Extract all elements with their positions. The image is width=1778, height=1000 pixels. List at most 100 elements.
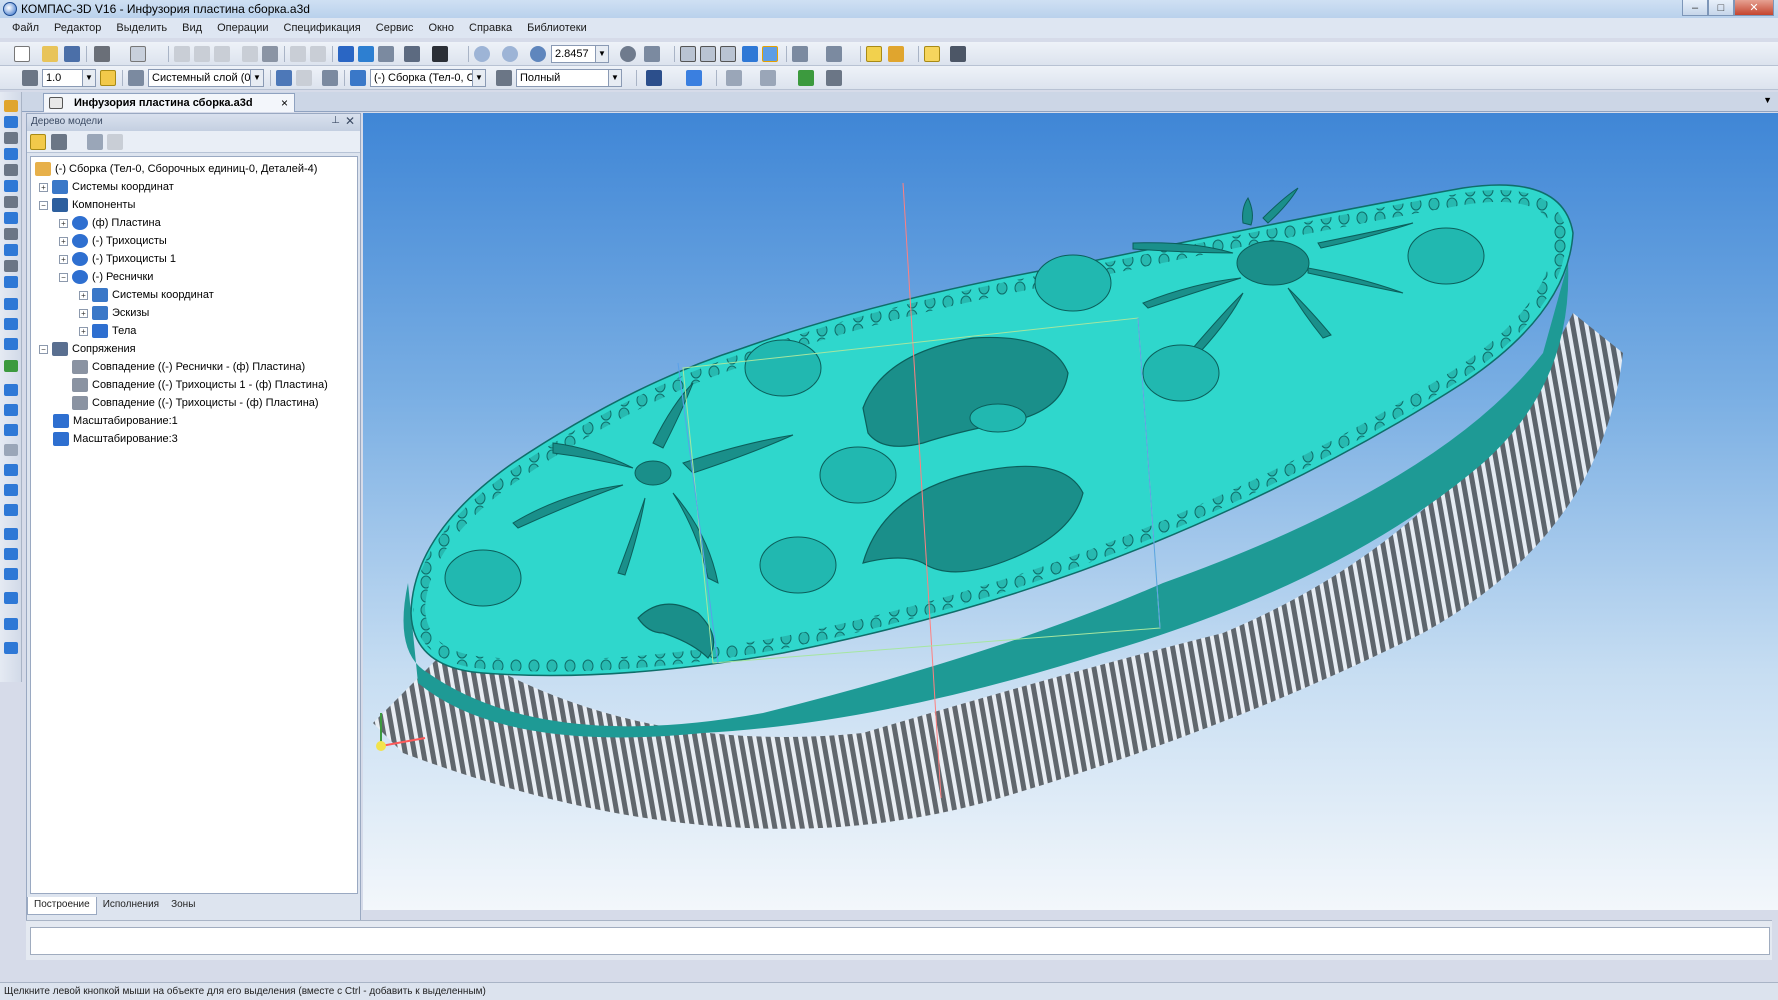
part-tools-icon[interactable] [4,116,18,128]
edit-component-icon[interactable] [4,100,18,112]
tree-node-coord-systems[interactable]: + Системы координат [39,179,174,195]
draft-icon[interactable] [4,484,18,496]
variables-icon[interactable] [378,46,394,62]
tree-node-trichocysts-1[interactable]: + (-) Трихоцисты 1 [59,251,176,267]
boolean-icon[interactable] [4,592,18,604]
sweep-icon[interactable] [4,338,18,350]
snap-icon[interactable] [22,70,38,86]
component-icon[interactable] [866,46,882,62]
rib-icon[interactable] [4,444,18,456]
minimize-button[interactable]: – [1682,0,1708,16]
cut-icon[interactable] [174,46,190,62]
edit-in-place-icon[interactable] [924,46,940,62]
edit-lcs-icon[interactable] [322,70,338,86]
copy-icon[interactable] [194,46,210,62]
paste-icon[interactable] [214,46,230,62]
elements-icon[interactable] [4,260,18,272]
document-tab[interactable]: Инфузория пластина сборка.a3d × [43,93,295,112]
shell-icon[interactable] [4,464,18,476]
display-combo[interactable]: Полный ▼ [516,69,622,87]
manager-icon[interactable] [338,46,354,62]
expand-icon[interactable]: + [79,326,88,336]
macro-icon[interactable] [950,46,966,62]
tree-node-cilia[interactable]: − (-) Реснички [59,269,153,285]
object-icon[interactable] [350,70,366,86]
tabs-dropdown-icon[interactable]: ▼ [1763,95,1772,105]
step-combo[interactable]: 1.0 ▼ [42,69,96,87]
zoom-all-icon[interactable] [502,46,518,62]
thread-icon[interactable] [4,504,18,516]
reports-icon[interactable] [4,244,18,256]
revolve-icon[interactable] [4,318,18,330]
insert-component-icon[interactable] [888,46,904,62]
help-cursor-icon[interactable] [432,46,448,62]
tree-node-mates[interactable]: − Сопряжения [39,341,136,357]
expand-icon[interactable]: + [39,182,48,192]
tree-order-icon[interactable] [30,134,46,150]
tree-node-sketches[interactable]: + Эскизы [79,305,149,321]
menu-window[interactable]: Окно [428,22,454,34]
zoom-frame-icon[interactable] [474,46,490,62]
plane-icon[interactable] [760,70,776,86]
tree-filter-icon[interactable] [107,134,123,150]
tree-node-scale-1[interactable]: Масштабирование:1 [53,413,178,429]
material-icon[interactable] [646,70,662,86]
maximize-button[interactable]: □ [1708,0,1734,16]
expand-icon[interactable]: + [59,218,68,228]
arrays-icon[interactable] [4,164,18,176]
new-file-icon[interactable] [14,46,30,62]
close-window-button[interactable]: ✕ [1734,0,1774,16]
orientation-icon[interactable] [644,46,660,62]
measure-icon[interactable] [404,46,420,62]
tree-node-trichocysts[interactable]: + (-) Трихоцисты [59,233,167,249]
spec-icon[interactable] [4,228,18,240]
tree-node-cilia-coord-systems[interactable]: + Системы координат [79,287,214,303]
filters-icon[interactable] [4,212,18,224]
tree-node-bodies[interactable]: + Тела [79,323,136,339]
shaded-edges-icon[interactable] [762,46,778,62]
menu-specification[interactable]: Спецификация [284,22,361,34]
measure-tools-icon[interactable] [4,196,18,208]
expand-icon[interactable]: + [59,236,68,246]
menu-file[interactable]: Файл [12,22,39,34]
tab-build[interactable]: Построение [27,897,97,915]
tree-node-components[interactable]: − Компоненты [39,197,135,213]
preview-icon[interactable] [130,46,146,62]
collapse-icon[interactable]: − [59,272,68,282]
expand-icon[interactable]: + [79,308,88,318]
component-tools-icon[interactable] [4,618,18,630]
annotation-icon[interactable] [826,70,842,86]
menu-operations[interactable]: Операции [217,22,268,34]
export-icon[interactable] [798,70,814,86]
tree-node-mate-cilia[interactable]: Совпадение ((-) Реснички - (ф) Пластина) [72,359,305,375]
pattern-icon[interactable] [4,548,18,560]
pin-icon[interactable]: ⊥ [331,115,340,126]
thin-lines-icon[interactable] [720,46,736,62]
tab-zones[interactable]: Зоны [165,897,201,915]
undo-icon[interactable] [290,46,306,62]
menu-select[interactable]: Выделить [116,22,167,34]
zoom-combo[interactable]: 2.8457 ▼ [551,45,609,63]
menu-service[interactable]: Сервис [376,22,414,34]
properties-icon[interactable] [242,46,258,62]
split-icon[interactable] [4,568,18,580]
calculator-icon[interactable] [262,46,278,62]
tree-view-icon[interactable] [51,134,67,150]
lcs2-icon[interactable] [296,70,312,86]
extrude-icon[interactable] [4,298,18,310]
tree-node-mate-trichocysts-1[interactable]: Совпадение ((-) Трихоцисты 1 - (ф) Пласт… [72,377,328,393]
redo-icon[interactable] [310,46,326,62]
tree-relations-icon[interactable] [87,134,103,150]
zoom-icon[interactable] [530,46,546,62]
model-viewport[interactable] [363,113,1778,910]
aux-geometry-icon[interactable] [4,180,18,192]
filter-icon[interactable] [792,46,808,62]
shaded-icon[interactable] [742,46,758,62]
menu-view[interactable]: Вид [182,22,202,34]
display-mode-icon[interactable] [496,70,512,86]
hole-icon[interactable] [4,424,18,436]
tree-node-scale-3[interactable]: Масштабирование:3 [53,431,178,447]
surfaces-icon[interactable] [4,148,18,160]
fillet-icon[interactable] [4,384,18,396]
menu-editor[interactable]: Редактор [54,22,101,34]
